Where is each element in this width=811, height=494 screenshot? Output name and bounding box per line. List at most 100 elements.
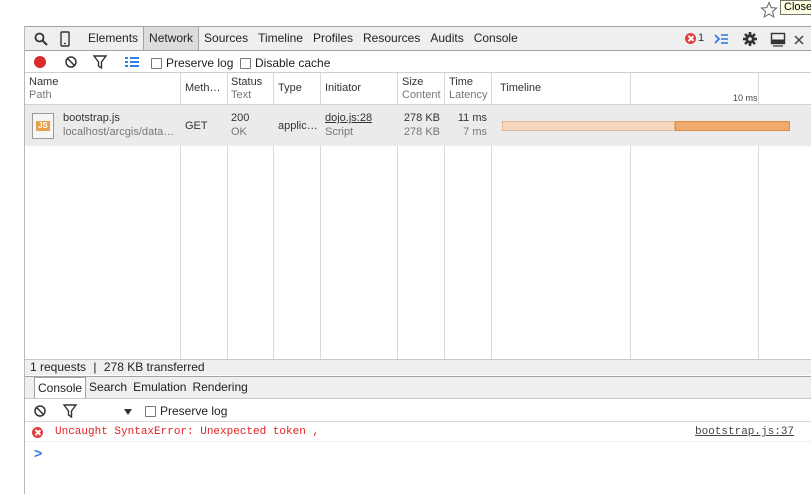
drawer-tab-console[interactable]: Console <box>34 377 87 398</box>
transferred-size: 278 KB transferred <box>103 360 205 374</box>
column-header-initiator[interactable]: Initiator <box>325 82 361 95</box>
network-summary: 1 requests | 278 KB transferred <box>25 359 811 375</box>
error-count: 1 <box>698 32 705 44</box>
tab-audits[interactable]: Audits <box>425 27 468 50</box>
header-label: Status <box>231 76 263 88</box>
console-preserve-log-checkbox[interactable]: Preserve log <box>145 404 227 418</box>
request-count: 1 requests <box>30 360 87 374</box>
column-header-size[interactable]: Size Content <box>402 76 441 102</box>
drawer-tab-search[interactable]: Search <box>86 377 130 398</box>
error-text: Uncaught SyntaxError: Unexpected token , <box>55 426 320 438</box>
browser-window: Close Elements Network Sources Timeline … <box>0 0 811 494</box>
console-filter-icon[interactable] <box>62 403 78 419</box>
console-prompt[interactable]: > <box>34 445 42 461</box>
request-type: applic… <box>278 120 318 132</box>
header-label: Name <box>29 76 59 88</box>
column-header-status[interactable]: Status Text <box>231 76 262 102</box>
console-preserve-log-label: Preserve log <box>160 404 228 418</box>
clear-console-icon[interactable] <box>32 403 48 419</box>
large-rows-icon[interactable] <box>124 54 140 70</box>
size-transferred: 278 KB <box>403 112 440 124</box>
tab-elements[interactable]: Elements <box>83 27 143 50</box>
preserve-log-checkbox[interactable]: Preserve log <box>151 56 233 70</box>
clear-icon[interactable] <box>63 54 79 70</box>
browser-top-strip: Close <box>0 0 811 26</box>
header-label: Initiator <box>325 82 362 94</box>
grid-header: Name Path Meth… Status Text Type Initiat… <box>25 73 811 105</box>
request-initiator: dojo.js:28 Script <box>325 111 372 139</box>
header-label: Time <box>449 76 474 88</box>
request-status: 200 OK <box>231 111 249 139</box>
drawer-tab-emulation[interactable]: Emulation <box>130 377 189 398</box>
error-source-link[interactable]: bootstrap.js:37 <box>695 426 794 438</box>
column-header-time[interactable]: Time Latency <box>449 76 488 102</box>
request-row[interactable]: JS bootstrap.js localhost/arcgis/data… G… <box>25 105 811 146</box>
summary-separator: | <box>93 360 97 374</box>
timeline-bar-receiving <box>675 121 790 131</box>
devtools-tabbar: Elements Network Sources Timeline Profil… <box>25 26 811 51</box>
console-toolbar: Preserve log <box>25 399 811 422</box>
initiator-link[interactable]: dojo.js:28 <box>325 111 372 125</box>
request-size: 278 KB 278 KB <box>397 111 440 139</box>
dock-icon[interactable] <box>770 31 786 47</box>
tab-network[interactable]: Network <box>143 27 200 50</box>
record-button[interactable] <box>34 56 46 68</box>
size-content: 278 KB <box>403 126 440 138</box>
tab-timeline[interactable]: Timeline <box>253 27 308 50</box>
panel-tabs: Elements Network Sources Timeline Profil… <box>83 27 523 50</box>
column-header-timeline[interactable]: Timeline <box>500 82 541 95</box>
request-time: 11 ms 7 ms <box>444 111 487 139</box>
tab-resources[interactable]: Resources <box>358 27 425 50</box>
status-text: OK <box>231 126 247 138</box>
column-header-type[interactable]: Type <box>278 82 302 95</box>
tab-sources[interactable]: Sources <box>199 27 253 50</box>
time-latency: 7 ms <box>463 126 487 138</box>
network-toolbar: Preserve log Disable cache <box>25 51 811 73</box>
header-label: Meth… <box>185 82 221 94</box>
search-icon[interactable] <box>33 31 49 47</box>
checkbox-box[interactable] <box>240 57 251 69</box>
header-label: Timeline <box>500 82 542 94</box>
header-sublabel: Latency <box>449 89 488 101</box>
drawer-tabbar: Console Search Emulation Rendering <box>25 376 811 399</box>
column-header-name[interactable]: Name Path <box>29 76 58 102</box>
tab-profiles[interactable]: Profiles <box>308 27 358 50</box>
column-header-method[interactable]: Meth… <box>185 82 220 95</box>
disable-cache-checkbox[interactable]: Disable cache <box>240 56 330 70</box>
bookmark-star-icon[interactable] <box>760 1 778 19</box>
devtools-panel: Elements Network Sources Timeline Profil… <box>24 26 811 494</box>
error-counter[interactable]: 1 <box>685 32 704 44</box>
header-sublabel: Text <box>231 89 252 101</box>
header-label: Type <box>278 82 302 94</box>
filter-icon[interactable] <box>92 54 108 70</box>
header-sublabel: Path <box>29 89 52 101</box>
request-filename: bootstrap.js <box>63 112 120 124</box>
status-code: 200 <box>231 112 250 124</box>
header-label: Size <box>402 76 424 88</box>
console-error-message: Uncaught SyntaxError: Unexpected token ,… <box>25 423 811 442</box>
network-request-grid: Name Path Meth… Status Text Type Initiat… <box>25 73 811 359</box>
header-sublabel: Content <box>402 89 441 101</box>
tooltip: Close <box>780 0 811 15</box>
preserve-log-label: Preserve log <box>166 56 234 70</box>
time-total: 11 ms <box>457 112 487 124</box>
request-name[interactable]: bootstrap.js localhost/arcgis/data… <box>63 111 178 139</box>
drawer-toggle-icon[interactable] <box>713 31 729 47</box>
request-method: GET <box>185 120 208 132</box>
tab-console[interactable]: Console <box>469 27 523 50</box>
disable-cache-label: Disable cache <box>255 56 331 70</box>
request-path: localhost/arcgis/data… <box>63 126 175 138</box>
drawer-tab-rendering[interactable]: Rendering <box>189 377 250 398</box>
context-dropdown-arrow-icon[interactable] <box>123 404 133 420</box>
timeline-bar-waiting <box>502 121 675 131</box>
checkbox-box[interactable] <box>151 57 162 69</box>
close-icon[interactable] <box>793 31 805 47</box>
error-icon <box>32 427 43 438</box>
initiator-type: Script <box>325 126 354 138</box>
device-mode-icon[interactable] <box>57 31 73 47</box>
checkbox-box[interactable] <box>145 405 156 417</box>
error-icon <box>685 32 696 44</box>
gear-icon[interactable] <box>742 31 758 47</box>
timeline-tick-label: 10 ms <box>733 93 758 103</box>
js-file-icon: JS <box>32 113 54 139</box>
